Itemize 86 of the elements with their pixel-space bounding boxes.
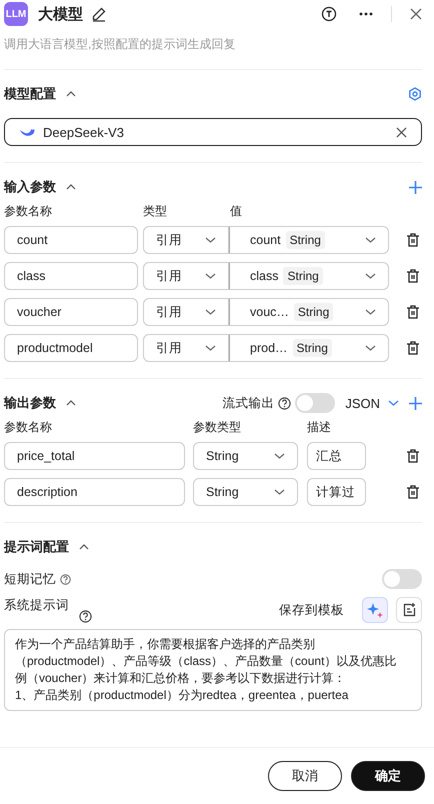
trash-icon[interactable] bbox=[407, 233, 419, 247]
name-field[interactable]: count bbox=[4, 226, 138, 254]
column-header: 值 bbox=[230, 203, 243, 220]
name-field[interactable]: class bbox=[4, 262, 138, 290]
help-icon[interactable] bbox=[278, 396, 292, 410]
section-title: 输入参数 bbox=[4, 178, 56, 196]
note-icon bbox=[402, 603, 416, 617]
prompt-text: 1、产品类别（productmodel）分为redtea，greentea，puertea bbox=[15, 687, 350, 704]
cancel-button[interactable]: 取消 bbox=[268, 761, 342, 791]
caret-icon bbox=[365, 309, 376, 315]
stream-toggle[interactable] bbox=[295, 393, 336, 413]
type-tag: String bbox=[283, 267, 323, 285]
memory-label: 短期记忆 bbox=[4, 570, 56, 588]
section-title: 模型配置 bbox=[4, 85, 56, 103]
trash-icon[interactable] bbox=[407, 269, 419, 283]
column-header: 参数名称 bbox=[4, 203, 53, 220]
prompt-textarea[interactable]: 作为一个产品结算助手，你需要根据客户选择的产品类别 （productmodel）、产品等级（class）、产品数量（count）以及优惠比 例（voucher）来计算和汇总价格，要参考以下数据进行计算： 1、产品类别（productmodel）分为redtea，greentea，puertea bbox=[4, 629, 422, 711]
caret-icon bbox=[205, 345, 216, 351]
node-description: 调用大语言模型,按照配置的提示词生成回复 bbox=[4, 36, 236, 53]
section-title: 提示词配置 bbox=[4, 538, 69, 556]
trash-icon[interactable] bbox=[407, 449, 419, 463]
add-icon[interactable] bbox=[409, 396, 422, 410]
caret-icon bbox=[365, 237, 376, 243]
node-title: 大模型 bbox=[38, 4, 83, 24]
prompt-text: 例（voucher）来计算和汇总价格，要参考以下数据进行计算： bbox=[15, 670, 347, 687]
stream-output-label: 流式输出 bbox=[222, 394, 274, 412]
text-circle-icon[interactable] bbox=[321, 6, 337, 22]
caret-icon bbox=[274, 453, 285, 459]
trash-icon[interactable] bbox=[407, 485, 419, 499]
add-icon[interactable] bbox=[409, 180, 422, 194]
model-selector[interactable]: DeepSeek-V3 bbox=[4, 118, 422, 146]
type-select[interactable]: String bbox=[193, 478, 298, 506]
type-select[interactable]: String bbox=[193, 442, 298, 470]
name-field[interactable]: description bbox=[4, 478, 185, 506]
template-button[interactable] bbox=[396, 597, 422, 623]
help-icon[interactable] bbox=[60, 574, 71, 584]
type-select[interactable]: 引用 bbox=[143, 262, 229, 290]
memory-toggle[interactable] bbox=[382, 569, 422, 589]
prompt-text: 作为一个产品结算助手，你需要根据客户选择的产品类别 bbox=[15, 636, 316, 653]
help-icon[interactable] bbox=[79, 610, 92, 623]
column-header: 参数名称 bbox=[4, 419, 53, 436]
value-select[interactable]: class String bbox=[229, 262, 389, 290]
chevron-icon[interactable] bbox=[66, 400, 76, 406]
sparkle-icon bbox=[367, 602, 383, 618]
close-icon[interactable] bbox=[410, 8, 422, 20]
type-select[interactable]: 引用 bbox=[143, 226, 229, 254]
type-tag: String bbox=[286, 231, 325, 249]
format-select[interactable]: JSON bbox=[345, 396, 380, 410]
caret-icon bbox=[274, 489, 285, 495]
llm-logo: LLM bbox=[4, 2, 28, 26]
name-field[interactable]: voucher bbox=[4, 298, 138, 326]
save-template-link[interactable]: 保存到模板 bbox=[279, 602, 344, 619]
column-header: 类型 bbox=[143, 203, 168, 220]
value-select[interactable]: vouc… String bbox=[229, 298, 389, 326]
settings-icon[interactable] bbox=[408, 87, 422, 101]
system-prompt-label: 系统提示词 bbox=[4, 597, 69, 614]
chevron-icon[interactable] bbox=[79, 544, 89, 550]
confirm-button[interactable]: 确定 bbox=[351, 761, 425, 791]
name-field[interactable]: price_total bbox=[4, 442, 185, 470]
caret-icon[interactable] bbox=[388, 400, 399, 406]
description-field[interactable]: 计算过 bbox=[307, 478, 366, 506]
trash-icon[interactable] bbox=[407, 305, 419, 319]
chevron-icon[interactable] bbox=[66, 184, 76, 190]
name-field[interactable]: productmodel bbox=[4, 334, 138, 362]
caret-icon bbox=[205, 309, 216, 315]
pencil-icon[interactable] bbox=[91, 6, 107, 22]
caret-icon bbox=[205, 237, 216, 243]
chevron-icon[interactable] bbox=[66, 91, 76, 97]
clear-icon[interactable] bbox=[396, 126, 407, 138]
description-field[interactable]: 汇总 bbox=[307, 442, 366, 470]
value-select[interactable]: prod… String bbox=[229, 334, 389, 362]
caret-icon bbox=[365, 273, 376, 279]
trash-icon[interactable] bbox=[407, 341, 419, 355]
column-header: 参数类型 bbox=[193, 419, 242, 436]
caret-icon bbox=[365, 345, 376, 351]
sparkle-button[interactable] bbox=[362, 597, 388, 623]
section-title: 输出参数 bbox=[4, 394, 56, 412]
more-icon[interactable] bbox=[359, 12, 373, 16]
type-tag: String bbox=[292, 339, 332, 357]
type-select[interactable]: 引用 bbox=[143, 334, 229, 362]
prompt-text: （productmodel）、产品等级（class）、产品数量（count）以及优惠比 bbox=[15, 653, 398, 670]
type-select[interactable]: 引用 bbox=[143, 298, 229, 326]
caret-icon bbox=[205, 273, 216, 279]
type-tag: String bbox=[294, 303, 334, 321]
column-header: 描述 bbox=[307, 419, 332, 436]
value-select[interactable]: count String bbox=[229, 226, 389, 254]
